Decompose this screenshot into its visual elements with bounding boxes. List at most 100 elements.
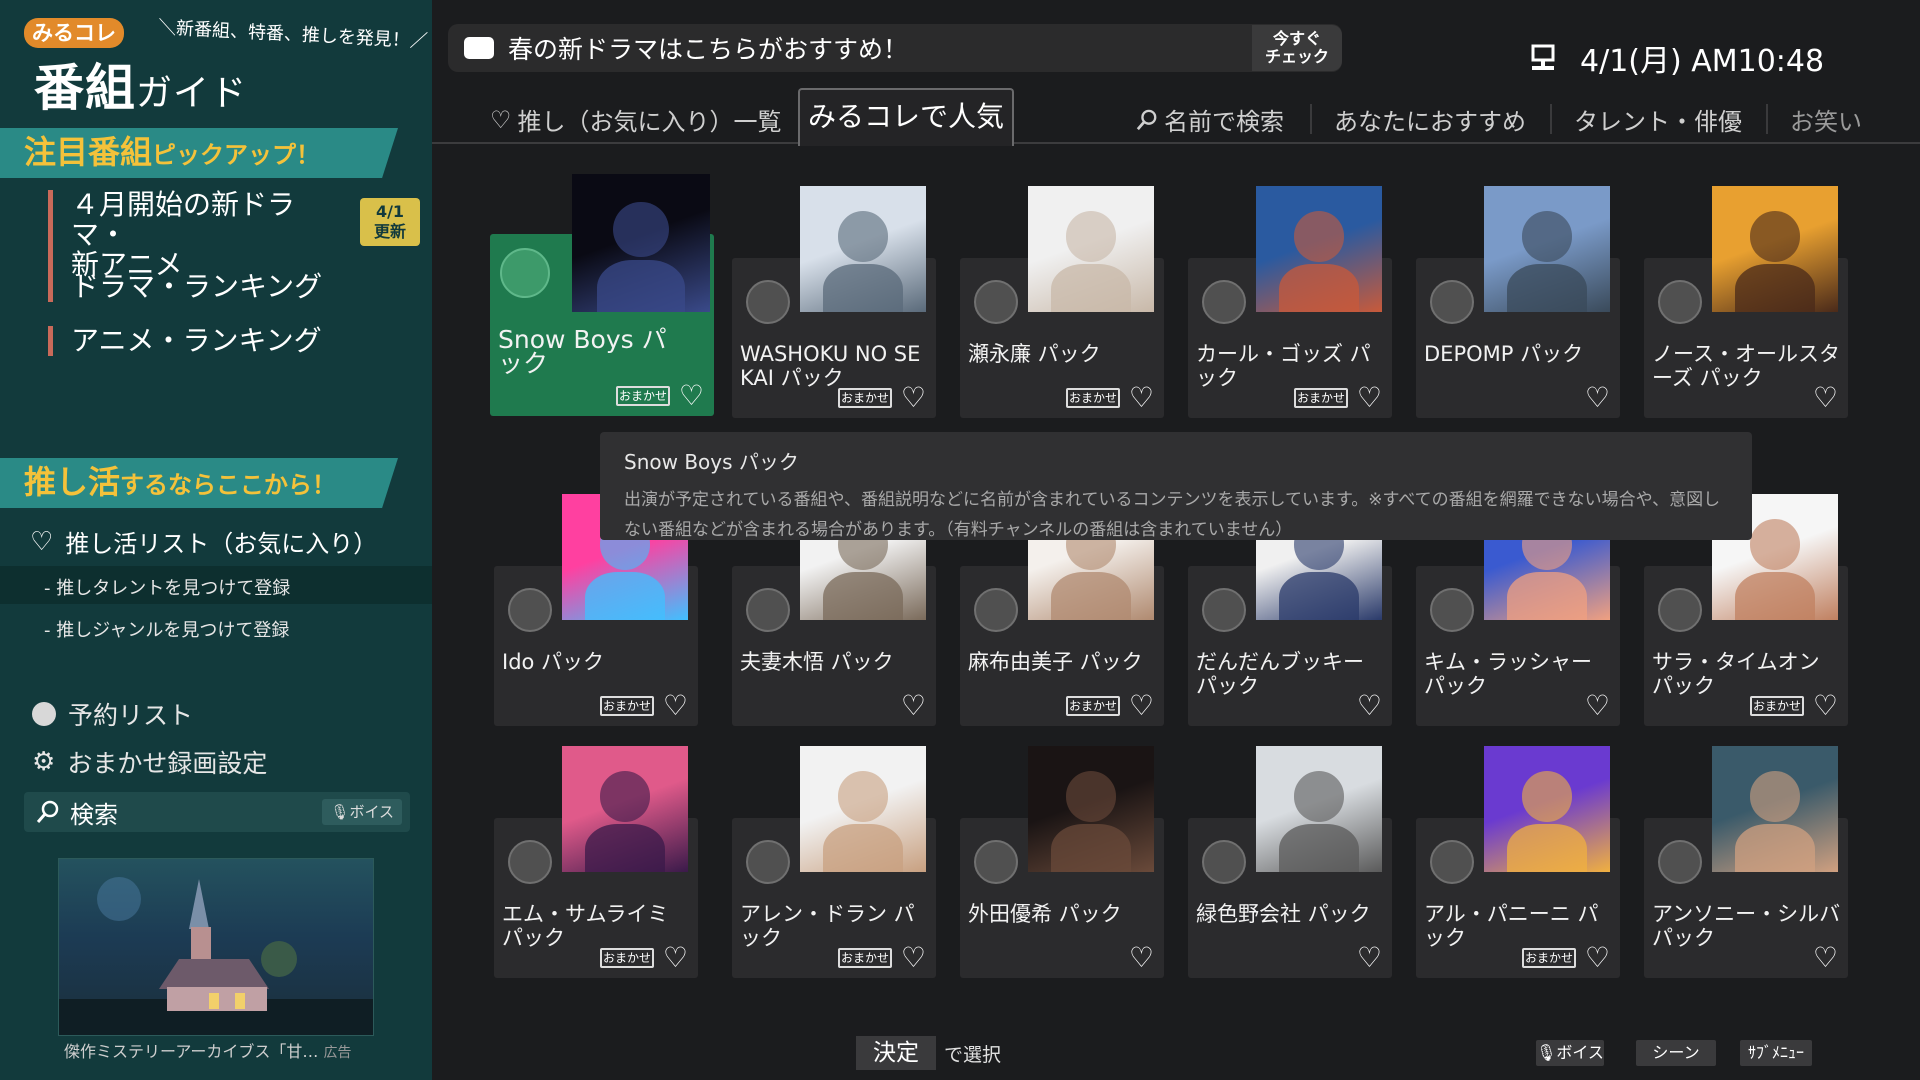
tab-divider (1766, 104, 1768, 134)
tab-talent[interactable]: タレント・俳優 (1574, 102, 1742, 137)
thumbnail-figure (837, 771, 889, 822)
search-icon (36, 800, 59, 823)
voice-search-badge[interactable]: 🎙ボイス (322, 799, 402, 825)
find-talent-label: 推しタレントを見つけて登録 (56, 578, 291, 599)
ad-caption: 傑作ミステリーアーカイブス「甘… 広告 (64, 1038, 376, 1062)
tab-comedy[interactable]: お笑い (1790, 102, 1900, 137)
omakase-badge: おまかせ (838, 948, 892, 968)
check-now-button[interactable]: 今すぐ チェック (1252, 25, 1342, 71)
nav-item-label: ４月開始の新ドラマ・ 新アニメ (71, 188, 296, 281)
find-talent-link[interactable]: ‐ 推しタレントを見つけて登録 (44, 574, 290, 600)
thumbnail-figure (613, 201, 669, 257)
speech-bubble-icon (464, 37, 494, 59)
tab-divider (1310, 104, 1312, 134)
heart-icon[interactable]: ♡ (901, 692, 926, 720)
heart-icon: ♡ (490, 105, 512, 134)
pack-thumbnail (1484, 746, 1610, 872)
user-avatar-icon (508, 840, 552, 884)
heart-icon[interactable]: ♡ (1129, 944, 1154, 972)
thumbnail-figure (1293, 771, 1345, 822)
tab-name-search[interactable]: 名前で検索 (1136, 102, 1284, 137)
user-avatar-icon (1202, 840, 1246, 884)
tab-popular[interactable]: みるコレで人気 (798, 88, 1014, 146)
oshi-list-item[interactable]: ♡ 推し活リスト（お気に入り） (30, 524, 377, 559)
thumbnail-figure (1749, 519, 1801, 570)
omakase-badge: おまかせ (838, 388, 892, 408)
message-text: 春の新ドラマはこちらがおすすめ！ (508, 35, 909, 64)
featured-section-header: 注目番組ピックアップ！ (0, 128, 398, 178)
auto-record-label: おまかせ録画設定 (67, 749, 268, 778)
heart-icon[interactable]: ♡ (663, 944, 688, 972)
ad-banner-image[interactable] (58, 858, 374, 1036)
user-avatar-icon (974, 280, 1018, 324)
user-avatar-icon (1658, 280, 1702, 324)
heart-icon[interactable]: ♡ (1357, 692, 1382, 720)
user-avatar-icon (1658, 840, 1702, 884)
heart-icon[interactable]: ♡ (1585, 944, 1610, 972)
pack-thumbnail (562, 746, 688, 872)
heart-icon[interactable]: ♡ (1585, 692, 1610, 720)
pack-name: Ido パック (502, 650, 605, 674)
omakase-badge: おまかせ (1750, 696, 1804, 716)
thumbnail-figure (1749, 211, 1801, 262)
voice-key[interactable]: 🎙ボイス (1536, 1040, 1604, 1066)
thumbnail-figure (1065, 211, 1117, 262)
thumbnail-figure-body (1506, 264, 1588, 312)
tooltip-body: 出演が予定されている番組や、番組説明などに名前が含まれているコンテンツを表示して… (624, 490, 1721, 540)
heart-icon[interactable]: ♡ (1813, 384, 1838, 412)
pack-thumbnail (1028, 746, 1154, 872)
datetime: 4/1(月) AM10:48 (1580, 44, 1825, 79)
reservation-list-item[interactable]: 予約リスト (32, 696, 193, 732)
heart-icon[interactable]: ♡ (901, 944, 926, 972)
voice-key-label: ボイス (1556, 1043, 1604, 1062)
oshi-header-text: 推し活 (24, 463, 121, 501)
omakase-badge: おまかせ (1522, 948, 1576, 968)
search-item[interactable]: 検索 🎙ボイス (24, 792, 410, 832)
user-avatar-icon (500, 248, 550, 298)
ok-key[interactable]: 決定 (856, 1036, 936, 1070)
thumbnail-figure-body (1278, 824, 1360, 872)
heart-icon[interactable]: ♡ (663, 692, 688, 720)
tab-recommend[interactable]: あなたにおすすめ (1334, 102, 1526, 137)
thumbnail-figure-body (584, 572, 666, 620)
thumbnail-figure-body (822, 264, 904, 312)
pack-name: DEPOMP パック (1424, 342, 1584, 366)
reservation-list-label: 予約リスト (68, 701, 194, 730)
featured-header-sub: ピックアップ！ (152, 141, 321, 169)
heart-icon[interactable]: ♡ (1129, 384, 1154, 412)
tab-label: 名前で検索 (1164, 108, 1284, 136)
nav-item-label: ドラマ・ランキング (71, 270, 323, 303)
heart-icon[interactable]: ♡ (901, 384, 926, 412)
heart-icon[interactable]: ♡ (1357, 944, 1382, 972)
heart-icon[interactable]: ♡ (1813, 692, 1838, 720)
pack-thumbnail (1256, 186, 1382, 312)
user-avatar-icon (974, 588, 1018, 632)
message-bar[interactable]: 春の新ドラマはこちらがおすすめ！ 今すぐ チェック (448, 24, 1342, 72)
ad-church-illustration (59, 877, 373, 1035)
user-avatar-icon (1430, 588, 1474, 632)
heart-icon[interactable]: ♡ (679, 382, 704, 410)
pack-description-tooltip: Snow Boys パック 出演が予定されている番組や、番組説明などに名前が含ま… (600, 432, 1752, 540)
nav-item-drama-ranking[interactable]: ドラマ・ランキング (48, 272, 322, 302)
heart-icon[interactable]: ♡ (1129, 692, 1154, 720)
heart-icon[interactable]: ♡ (1357, 384, 1382, 412)
thumbnail-figure-body (1278, 572, 1360, 620)
thumbnail-figure (1293, 211, 1345, 262)
submenu-key[interactable]: ｻﾌﾞﾒﾆｭｰ (1740, 1040, 1812, 1066)
thumbnail-figure (599, 771, 651, 822)
pack-name: 夫妻木悟 パック (740, 650, 894, 674)
heart-icon[interactable]: ♡ (1813, 944, 1838, 972)
heart-icon[interactable]: ♡ (1585, 384, 1610, 412)
auto-record-settings-item[interactable]: ⚙ おまかせ録画設定 (32, 744, 267, 780)
nav-item-anime-ranking[interactable]: アニメ・ランキング (48, 326, 322, 356)
omakase-badge: おまかせ (600, 696, 654, 716)
user-avatar-icon (1658, 588, 1702, 632)
scene-key[interactable]: シーン (1636, 1040, 1716, 1066)
tab-favorites[interactable]: ♡ 推し（お気に入り）一覧 (490, 102, 782, 137)
pack-name: 麻布由美子 パック (968, 650, 1143, 674)
omakase-badge: おまかせ (1066, 696, 1120, 716)
find-genre-link[interactable]: ‐ 推しジャンルを見つけて登録 (44, 616, 289, 642)
thumbnail-figure-body (1050, 824, 1132, 872)
nav-item-new-drama[interactable]: ４月開始の新ドラマ・ 新アニメ (48, 190, 348, 280)
pack-name: 緑色野会社 パック (1196, 902, 1371, 926)
